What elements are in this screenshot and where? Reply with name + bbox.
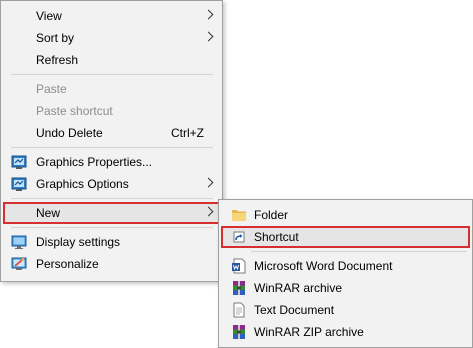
- menu-item-graphics-options[interactable]: Graphics Options: [3, 173, 220, 195]
- menu-item-label: Shortcut: [254, 230, 299, 244]
- chevron-right-icon: [203, 177, 214, 188]
- menu-item-label: Undo Delete: [36, 126, 103, 140]
- submenu-item-folder[interactable]: Folder: [221, 204, 470, 226]
- menu-item-refresh[interactable]: Refresh: [3, 49, 220, 71]
- winrar-zip-icon: [233, 325, 245, 339]
- keyboard-shortcut: Ctrl+Z: [171, 126, 204, 140]
- submenu-item-text-document[interactable]: Text Document: [221, 299, 470, 321]
- menu-item-personalize[interactable]: Personalize: [3, 253, 220, 275]
- chevron-right-icon: [203, 206, 214, 217]
- menu-item-graphics-properties[interactable]: Graphics Properties...: [3, 151, 220, 173]
- menu-item-new[interactable]: New: [3, 202, 220, 224]
- menu-item-label: Graphics Options: [36, 177, 129, 191]
- menu-item-label: Refresh: [36, 53, 79, 67]
- menu-item-label: Paste shortcut: [36, 104, 113, 118]
- menu-item-label: New: [36, 206, 61, 220]
- menu-item-label: Microsoft Word Document: [254, 259, 393, 273]
- menu-item-label: WinRAR ZIP archive: [254, 325, 364, 339]
- menu-item-label: View: [36, 9, 62, 23]
- menu-item-label: Sort by: [36, 31, 75, 45]
- new-submenu: Folder Shortcut Microsoft Word Document …: [218, 199, 473, 348]
- submenu-item-winrar-archive[interactable]: WinRAR archive: [221, 277, 470, 299]
- winrar-icon: [233, 281, 245, 295]
- menu-item-label: Display settings: [36, 235, 121, 249]
- submenu-item-shortcut[interactable]: Shortcut: [221, 226, 470, 248]
- menu-item-label: WinRAR archive: [254, 281, 343, 295]
- submenu-item-word-document[interactable]: Microsoft Word Document: [221, 255, 470, 277]
- menu-item-label: Folder: [254, 208, 289, 222]
- desktop-context-menu: View Sort by Refresh Paste Paste shortcu…: [0, 0, 223, 282]
- menu-separator: [11, 198, 213, 199]
- personalize-icon: [11, 257, 27, 270]
- intel-graphics-icon: [11, 155, 27, 169]
- menu-separator: [11, 74, 213, 75]
- display-icon: [11, 235, 27, 249]
- menu-separator: [251, 251, 467, 252]
- chevron-right-icon: [203, 9, 214, 20]
- menu-item-label: Paste: [36, 82, 67, 96]
- menu-item-label: Personalize: [36, 257, 99, 271]
- menu-item-label: Graphics Properties...: [36, 155, 153, 169]
- menu-item-sort-by[interactable]: Sort by: [3, 27, 220, 49]
- menu-separator: [11, 147, 213, 148]
- shortcut-icon: [233, 231, 245, 243]
- menu-item-view[interactable]: View: [3, 5, 220, 27]
- chevron-right-icon: [203, 31, 214, 42]
- menu-item-display-settings[interactable]: Display settings: [3, 231, 220, 253]
- menu-item-undo-delete[interactable]: Undo Delete Ctrl+Z: [3, 122, 220, 144]
- word-document-icon: [232, 258, 246, 274]
- menu-separator: [11, 227, 213, 228]
- intel-graphics-icon: [11, 177, 27, 191]
- folder-icon: [232, 210, 246, 221]
- menu-item-paste-shortcut: Paste shortcut: [3, 100, 220, 122]
- submenu-item-winrar-zip-archive[interactable]: WinRAR ZIP archive: [221, 321, 470, 343]
- text-document-icon: [233, 302, 245, 318]
- menu-item-paste: Paste: [3, 78, 220, 100]
- menu-item-label: Text Document: [254, 303, 335, 317]
